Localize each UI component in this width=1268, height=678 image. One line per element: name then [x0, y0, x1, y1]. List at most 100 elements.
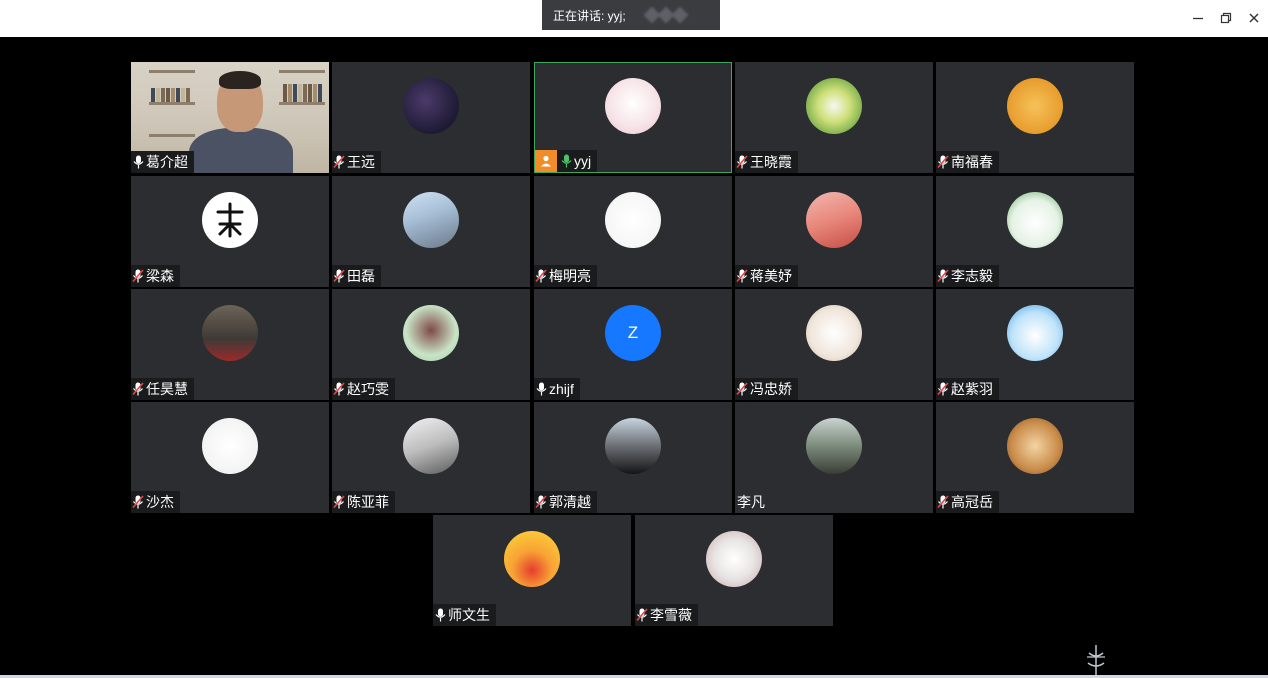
mic-muted-icon	[332, 268, 346, 284]
mic-muted-icon	[936, 494, 950, 510]
participant-name: 蒋美妤	[750, 268, 792, 284]
avatar	[403, 305, 459, 361]
mic-muted-icon	[332, 154, 346, 170]
participant-tile[interactable]: 葛介超	[131, 62, 329, 173]
participant-tile[interactable]: 陈亚菲	[332, 402, 530, 513]
avatar	[403, 192, 459, 248]
restore-button[interactable]	[1215, 8, 1237, 28]
participant-nameplate: 郭清越	[534, 491, 597, 513]
mic-muted-icon	[936, 381, 950, 397]
participant-tile[interactable]: 沙杰	[131, 402, 329, 513]
avatar	[1007, 418, 1063, 474]
avatar	[403, 78, 459, 134]
avatar-letter: Z	[627, 323, 639, 342]
participant-tile[interactable]: 田磊	[332, 176, 530, 287]
mic-muted-icon	[635, 607, 649, 623]
participant-name: 赵巧雯	[347, 381, 389, 397]
participant-nameplate: 南福春	[936, 151, 999, 173]
mic-icon	[534, 381, 548, 397]
avatar	[605, 192, 661, 248]
participant-nameplate: 葛介超	[131, 151, 194, 173]
avatar	[1007, 305, 1063, 361]
participant-nameplate: 王晓霞	[735, 151, 798, 173]
speaking-indicator: 正在讲话: yyj;	[542, 0, 720, 30]
participant-tile[interactable]: 任昊慧	[131, 289, 329, 400]
participant-name: 李志毅	[951, 268, 993, 284]
participant-name: 梅明亮	[549, 268, 591, 284]
avatar	[806, 305, 862, 361]
mic-icon	[131, 154, 145, 170]
participant-name: 冯忠娇	[750, 381, 792, 397]
participant-tile[interactable]: 赵巧雯	[332, 289, 530, 400]
video-grid: 葛介超 王远 yyj 王晓霞 南福春梁森 田磊 梅明亮 蒋美妤 李志毅任昊慧 赵巧雯 Zzhijf 冯…	[0, 37, 1268, 678]
participant-tile[interactable]: Zzhijf	[534, 289, 732, 400]
close-button[interactable]	[1243, 8, 1265, 28]
participant-tile[interactable]: 冯忠娇	[735, 289, 933, 400]
participant-tile[interactable]: 王晓霞	[735, 62, 933, 173]
participant-nameplate: 任昊慧	[131, 378, 194, 400]
participant-tile[interactable]: 南福春	[936, 62, 1134, 173]
floating-toolbar-icon[interactable]	[1083, 643, 1109, 677]
mic-muted-icon	[131, 268, 145, 284]
participant-tile[interactable]: 梁森	[131, 176, 329, 287]
mic-muted-icon	[131, 381, 145, 397]
participant-tile[interactable]: 郭清越	[534, 402, 732, 513]
participant-name: 梁森	[146, 268, 174, 284]
participant-tile[interactable]: 李雪薇	[635, 515, 833, 626]
mic-muted-icon	[735, 268, 749, 284]
calligraphy-glyph	[216, 202, 244, 238]
mic-muted-icon	[735, 154, 749, 170]
participant-nameplate: 高冠岳	[936, 491, 999, 513]
host-icon	[535, 150, 557, 172]
mic-muted-icon	[936, 154, 950, 170]
mic-muted-icon	[735, 381, 749, 397]
mic-muted-icon	[534, 268, 548, 284]
avatar	[605, 78, 661, 134]
participant-nameplate: zhijf	[534, 378, 580, 400]
avatar	[706, 531, 762, 587]
participant-tile[interactable]: 梅明亮	[534, 176, 732, 287]
participant-name: 王远	[347, 154, 375, 170]
participant-tile[interactable]: 师文生	[433, 515, 631, 626]
participant-nameplate: 田磊	[332, 265, 381, 287]
participant-tile[interactable]: yyj	[534, 62, 732, 173]
participant-name: 南福春	[951, 154, 993, 170]
mic-muted-icon	[936, 268, 950, 284]
participant-name: 王晓霞	[750, 154, 792, 170]
participant-tile[interactable]: 李志毅	[936, 176, 1134, 287]
mic-muted-icon	[332, 381, 346, 397]
participant-name: 沙杰	[146, 494, 174, 510]
participant-name: 田磊	[347, 268, 375, 284]
participant-tile[interactable]: 赵紫羽	[936, 289, 1134, 400]
participant-nameplate: 李雪薇	[635, 604, 698, 626]
title-bar: 正在讲话: yyj;	[0, 0, 1268, 37]
blurred-content	[643, 6, 689, 24]
avatar	[202, 418, 258, 474]
participant-name: 李雪薇	[650, 607, 692, 623]
avatar	[806, 192, 862, 248]
participant-name: zhijf	[549, 381, 574, 397]
participant-name: 赵紫羽	[951, 381, 993, 397]
participant-tile[interactable]: 王远	[332, 62, 530, 173]
mic-icon	[433, 607, 447, 623]
participant-name: 师文生	[448, 607, 490, 623]
participant-nameplate: 赵紫羽	[936, 378, 999, 400]
avatar	[202, 192, 258, 248]
participant-tile[interactable]: 李凡	[735, 402, 933, 513]
avatar	[504, 531, 560, 587]
avatar	[806, 78, 862, 134]
minimize-button[interactable]	[1187, 8, 1209, 28]
participant-nameplate: 师文生	[433, 604, 496, 626]
avatar	[605, 418, 661, 474]
participant-nameplate: 沙杰	[131, 491, 180, 513]
participant-nameplate: 冯忠娇	[735, 378, 798, 400]
participant-nameplate: 王远	[332, 151, 381, 173]
participant-nameplate: 赵巧雯	[332, 378, 395, 400]
avatar	[1007, 192, 1063, 248]
participant-nameplate: 梁森	[131, 265, 180, 287]
participant-tile[interactable]: 蒋美妤	[735, 176, 933, 287]
participant-nameplate: 梅明亮	[534, 265, 597, 287]
avatar	[202, 305, 258, 361]
participant-tile[interactable]: 高冠岳	[936, 402, 1134, 513]
participant-name: 陈亚菲	[347, 494, 389, 510]
